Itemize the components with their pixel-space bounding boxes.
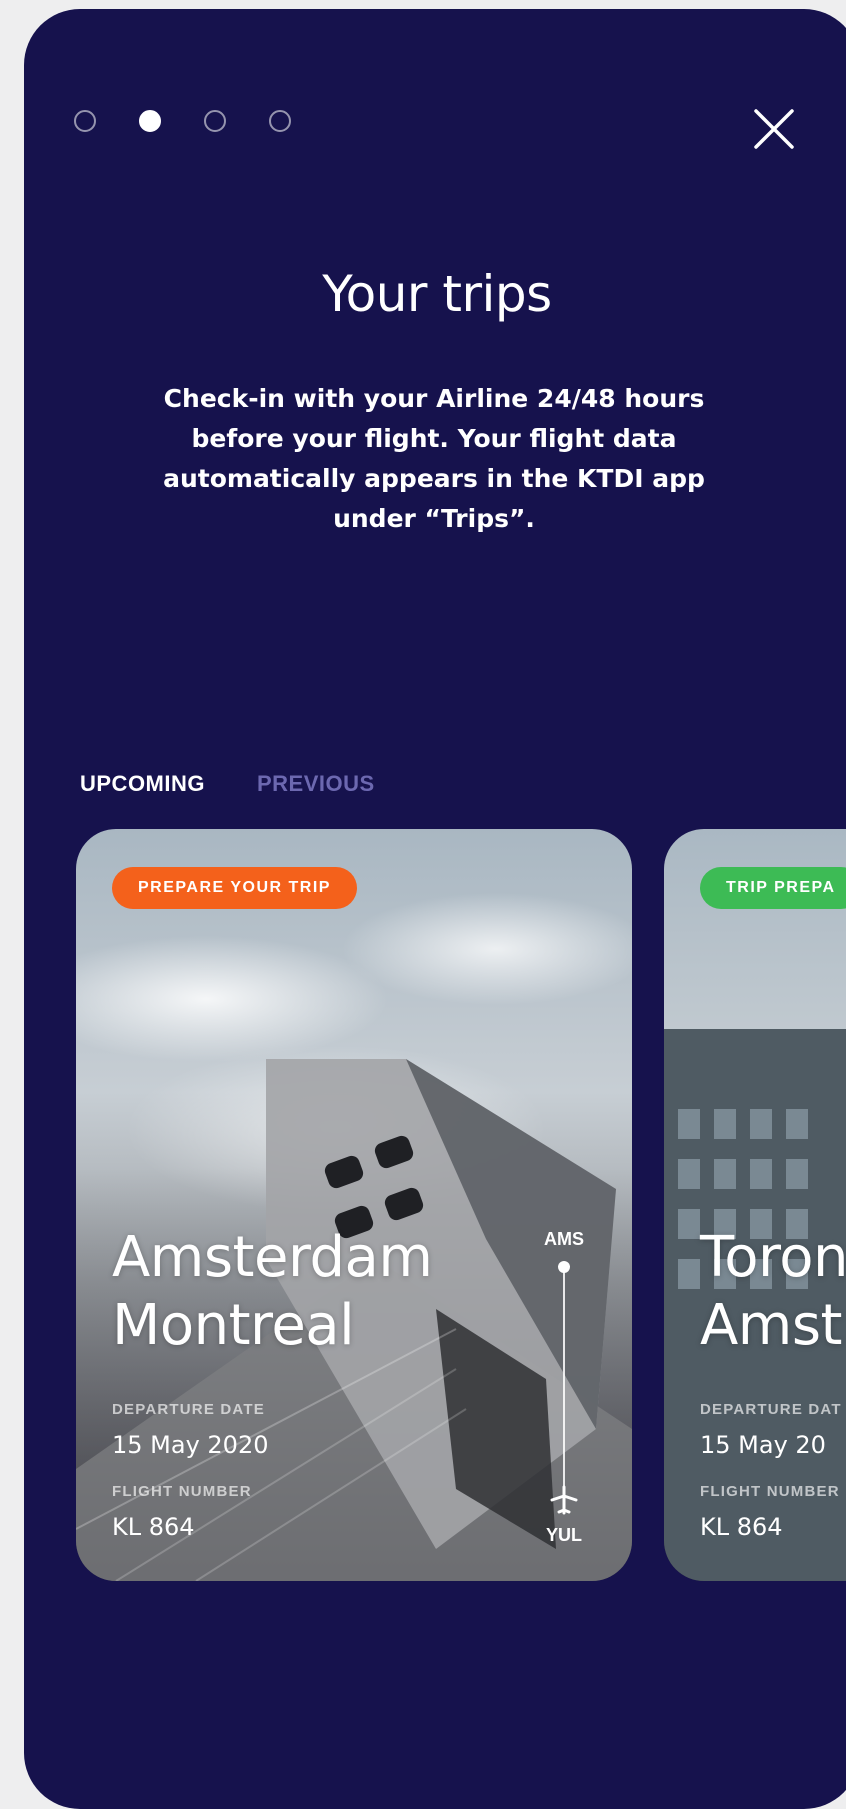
flight-number-value: KL 864 bbox=[112, 1513, 195, 1541]
flight-number-label: FLIGHT NUMBER bbox=[112, 1483, 252, 1500]
trip-card[interactable]: PREPARE YOUR TRIP Amsterdam Montreal DEP… bbox=[76, 829, 632, 1581]
pager-dot-2-active[interactable] bbox=[139, 110, 161, 132]
trip-card[interactable]: TRIP PREPA Toron Amst DEPARTURE DAT 15 M… bbox=[664, 829, 846, 1581]
departure-date-label: DEPARTURE DATE bbox=[112, 1401, 265, 1418]
building-photo bbox=[664, 1029, 846, 1581]
flight-number-value: KL 864 bbox=[700, 1513, 783, 1541]
route-origin-dot bbox=[558, 1261, 570, 1273]
origin-city: Toron bbox=[700, 1225, 846, 1290]
close-icon[interactable] bbox=[752, 107, 796, 151]
flight-number-label: FLIGHT NUMBER bbox=[700, 1483, 840, 1500]
destination-code: YUL bbox=[546, 1525, 582, 1545]
page-description: Check-in with your Airline 24/48 hours b… bbox=[163, 384, 705, 533]
departure-date-value: 15 May 2020 bbox=[112, 1431, 269, 1459]
pager-dot-1[interactable] bbox=[74, 110, 96, 132]
plane-icon bbox=[550, 1485, 578, 1515]
destination-city: Amst bbox=[700, 1293, 843, 1358]
tab-previous[interactable]: PREVIOUS bbox=[257, 771, 375, 797]
page-title: Your trips bbox=[322, 265, 552, 323]
trip-tabs: UPCOMING PREVIOUS bbox=[80, 771, 375, 797]
prepare-trip-badge[interactable]: PREPARE YOUR TRIP bbox=[112, 867, 357, 909]
pager-dots bbox=[74, 110, 291, 132]
building-photo bbox=[76, 1059, 632, 1581]
onboarding-screen: Your trips Check-in with your Airline 24… bbox=[24, 9, 846, 1809]
pager-dot-3[interactable] bbox=[204, 110, 226, 132]
pager-dot-4[interactable] bbox=[269, 110, 291, 132]
departure-date-value: 15 May 20 bbox=[700, 1431, 826, 1459]
origin-code: AMS bbox=[544, 1229, 584, 1249]
departure-date-label: DEPARTURE DAT bbox=[700, 1401, 842, 1418]
trip-prepared-badge[interactable]: TRIP PREPA bbox=[700, 867, 846, 909]
tab-upcoming[interactable]: UPCOMING bbox=[80, 771, 205, 797]
origin-city: Amsterdam bbox=[112, 1225, 433, 1290]
destination-city: Montreal bbox=[112, 1293, 355, 1358]
route-line bbox=[563, 1267, 565, 1499]
